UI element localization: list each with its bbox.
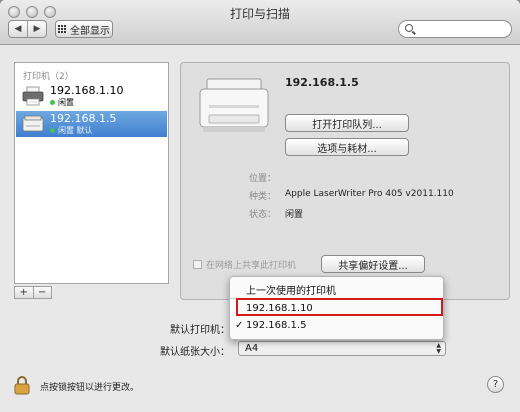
printer-status: 闲置 默认 [50, 125, 93, 136]
printer-name: 192.168.1.10 [50, 84, 124, 97]
large-printer-icon [199, 78, 269, 132]
show-all-label: 全部显示 [70, 25, 110, 37]
grid-icon [58, 25, 66, 33]
printer-icon [22, 115, 44, 132]
search-icon [405, 24, 413, 32]
sharing-preferences-button[interactable]: 共享偏好设置... [321, 255, 425, 273]
forward-button[interactable]: ▶ [27, 21, 46, 37]
kind-label: 种类： [249, 192, 277, 202]
title-bar: 打印与扫描 ◀ ▶ 全部显示 [0, 0, 520, 45]
kind-value: Apple LaserWriter Pro 405 v2011.110 [285, 189, 454, 199]
menu-item-192-168-1-5[interactable]: 192.168.1.5 [246, 320, 306, 331]
back-button[interactable]: ◀ [9, 21, 27, 37]
lock-icon[interactable] [14, 375, 30, 395]
menu-item-last-used[interactable]: 上一次使用的打印机 [246, 282, 336, 297]
printer-item-192-168-1-10[interactable]: 192.168.1.10 闲置 [16, 83, 167, 109]
printer-item-192-168-1-5[interactable]: 192.168.1.5 闲置 默认 [16, 111, 167, 137]
options-supplies-button[interactable]: 选项与耗材... [285, 138, 409, 156]
default-paper-label: 默认纸张大小： [160, 347, 230, 358]
lock-message: 点按锁按钮以进行更改。 [40, 383, 140, 393]
printer-status: 闲置 [50, 97, 74, 108]
default-paper-select[interactable]: A4 ▲ ▼ [238, 341, 446, 356]
printer-list-header: 打印机（2） [23, 72, 74, 82]
help-button[interactable]: ? [487, 376, 504, 393]
share-printer-option: 在网络上共享此打印机 [193, 258, 296, 271]
default-printer-label: 默认打印机： [170, 325, 230, 336]
add-remove-buttons: + − [14, 286, 52, 299]
checkmark-icon: ✓ [235, 320, 244, 331]
selected-printer-name: 192.168.1.5 [285, 76, 359, 89]
location-label: 位置： [249, 174, 277, 184]
remove-printer-button[interactable]: − [32, 287, 52, 298]
status-dot-icon [50, 100, 55, 105]
search-input[interactable] [398, 20, 512, 38]
add-printer-button[interactable]: + [15, 287, 33, 298]
open-print-queue-button[interactable]: 打开打印队列... [285, 114, 409, 132]
status-dot-icon [50, 128, 55, 133]
nav-buttons: ◀ ▶ [8, 20, 47, 38]
show-all-button[interactable]: 全部显示 [55, 20, 113, 38]
printer-icon [22, 86, 44, 106]
default-paper-value: A4 [245, 343, 259, 354]
status-label: 状态： [249, 210, 277, 220]
printer-list: 打印机（2） 192.168.1.10 闲置 192.168.1.5 闲置 默认 [14, 62, 169, 284]
printer-detail-panel: 192.168.1.5 打开打印队列... 选项与耗材... 位置： 种类： A… [180, 62, 510, 300]
printer-name: 192.168.1.5 [50, 112, 117, 125]
select-arrows-icon: ▲ ▼ [436, 342, 441, 355]
share-printer-checkbox[interactable] [193, 260, 202, 269]
print-scan-window: 打印与扫描 ◀ ▶ 全部显示 打印机（2） 192.168.1.10 闲置 19… [0, 0, 520, 412]
share-printer-label: 在网络上共享此打印机 [206, 261, 297, 271]
status-value: 闲置 [285, 210, 304, 220]
highlight-box [236, 298, 443, 316]
